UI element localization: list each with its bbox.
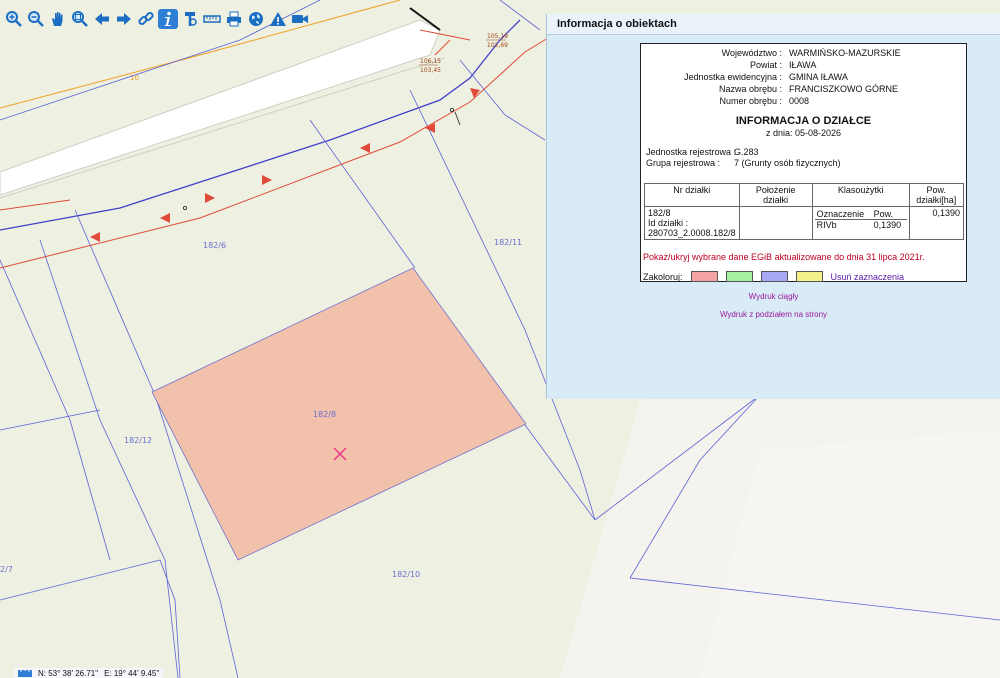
land-class-table: Oznaczenie Pow. RIVb 0,1390 bbox=[814, 209, 907, 230]
clear-selection-link[interactable]: Usuń zaznaczenia bbox=[831, 272, 905, 282]
parcel-table: Nr działki Położenie działki Klasoużytki… bbox=[644, 183, 965, 240]
elevation-label: 103,45 bbox=[420, 67, 441, 74]
parcel-id: 280703_2.0008.182/8 bbox=[648, 228, 736, 238]
print-button[interactable] bbox=[224, 9, 244, 29]
parcel-label: 182/10 bbox=[392, 570, 420, 579]
col-location: Położenie działki bbox=[738, 183, 813, 207]
ruler-icon bbox=[203, 15, 221, 23]
precinct-name-label: Nazwa obrębu : bbox=[718, 84, 782, 94]
color-swatch-red[interactable] bbox=[690, 271, 718, 282]
color-swatch-blue[interactable] bbox=[760, 271, 788, 282]
parcel-label: 2/7 bbox=[0, 565, 13, 574]
parcel-info-icon bbox=[185, 12, 197, 26]
info-button[interactable] bbox=[158, 9, 178, 29]
table-row: 182/8 Id działki : 280703_2.0008.182/8 O… bbox=[644, 206, 965, 240]
elevation-label: 102,69 bbox=[487, 42, 508, 49]
parcel-label: 182/11 bbox=[494, 238, 522, 247]
zoom-window-icon bbox=[72, 11, 88, 27]
printer-icon bbox=[227, 11, 241, 27]
camera-icon bbox=[292, 15, 308, 23]
parcel-label: 182/12 bbox=[124, 436, 152, 445]
county-value: IŁAWA bbox=[789, 60, 817, 70]
unit-row: Jednostka ewidencyjna : GMINA IŁAWA bbox=[641, 72, 966, 83]
registry-unit-row: Jednostka rejestrowa : G.283 bbox=[646, 147, 759, 158]
voivodeship-value: WARMIŃSKO-MAZURSKIE bbox=[789, 48, 901, 58]
table-header-row: Nr działki Położenie działki Klasoużytki… bbox=[644, 183, 965, 207]
zoom-in-button[interactable] bbox=[4, 9, 24, 29]
precinct-number-label: Numer obrębu : bbox=[719, 96, 782, 106]
unit-value: GMINA IŁAWA bbox=[789, 72, 848, 82]
col-land-classes: Klasoużytki bbox=[811, 183, 910, 207]
zoom-window-button[interactable] bbox=[70, 9, 90, 29]
parcel-id-label: Id działki : bbox=[648, 218, 689, 228]
globe-icon bbox=[249, 12, 263, 26]
pan-button[interactable] bbox=[48, 9, 68, 29]
col-parcel-no: Nr działki bbox=[644, 183, 740, 207]
object-info-panel: Informacja o obiektach Województwo : WARM… bbox=[546, 14, 1000, 399]
registry-group-value: 7 (Grunty osób fizycznych) bbox=[734, 158, 841, 168]
location-cell bbox=[738, 206, 813, 240]
coord-format-toggle[interactable]: * " * bbox=[18, 669, 32, 677]
map-toolbar bbox=[0, 4, 310, 34]
warning-button[interactable] bbox=[268, 9, 288, 29]
info-icon bbox=[164, 11, 171, 26]
arrow-left-icon bbox=[95, 13, 109, 25]
print-pages-link[interactable]: Wydruk z podziałem na strony bbox=[547, 310, 1000, 319]
link-icon bbox=[138, 11, 154, 26]
link-button[interactable] bbox=[136, 9, 156, 29]
sub-col-code: Oznaczenie bbox=[814, 209, 872, 220]
zoom-out-icon bbox=[28, 11, 44, 27]
arrow-right-icon bbox=[117, 13, 131, 25]
class-code: RIVb bbox=[816, 220, 837, 230]
colorize-label: Zakoloruj: bbox=[643, 271, 683, 282]
precinct-name-value: FRANCISZKOWO GÓRNE bbox=[789, 84, 899, 94]
north-coordinate: N: 53° 38' 26.71" bbox=[38, 668, 99, 678]
east-coordinate: E: 19° 44' 9.45" bbox=[104, 668, 160, 678]
warning-icon bbox=[270, 12, 286, 26]
hand-icon bbox=[52, 12, 63, 26]
voivodeship-row: Województwo : WARMIŃSKO-MAZURSKIE bbox=[641, 48, 966, 59]
class-area: 0,1390 bbox=[873, 220, 902, 230]
print-continuous-link[interactable]: Wydruk ciągły bbox=[547, 292, 1000, 301]
panel-title: Informacja o obiektach bbox=[547, 14, 1000, 35]
info-date: z dnia: 05-08-2026 bbox=[765, 128, 842, 138]
color-swatch-green[interactable] bbox=[725, 271, 753, 282]
area-cell: 0,1390 bbox=[908, 206, 965, 240]
measure-button[interactable] bbox=[202, 9, 222, 29]
egib-notice-link[interactable]: Pokaż/ukryj wybrane dane EGiB aktualizow… bbox=[643, 252, 925, 262]
parcel-number: 182/8 bbox=[648, 208, 671, 218]
parcel-label: 182/8 bbox=[313, 410, 336, 419]
back-button[interactable] bbox=[92, 9, 112, 29]
precinct-name-row: Nazwa obrębu : FRANCISZKOWO GÓRNE bbox=[641, 84, 966, 95]
elevation-label: 105,19 bbox=[487, 33, 508, 40]
forward-button[interactable] bbox=[114, 9, 134, 29]
county-row: Powiat : IŁAWA bbox=[641, 60, 966, 71]
colorize-row: Zakoloruj: Usuń zaznaczenia bbox=[643, 271, 904, 282]
county-label: Powiat : bbox=[749, 60, 782, 70]
registry-unit-value: G.283 bbox=[734, 147, 759, 157]
land-class-cell: Oznaczenie Pow. RIVb 0,1390 bbox=[811, 206, 910, 240]
zoom-out-button[interactable] bbox=[26, 9, 46, 29]
parcel-label: 182/6 bbox=[203, 241, 226, 250]
elevation-label: 106,15 bbox=[420, 58, 441, 65]
globe-button[interactable] bbox=[246, 9, 266, 29]
voivodeship-label: Województwo : bbox=[721, 48, 782, 58]
sub-col-area: Pow. bbox=[871, 209, 907, 220]
col-area: Pow. działki[ha] bbox=[908, 183, 965, 207]
registry-group-label: Grupa rejestrowa : bbox=[646, 158, 721, 168]
info-heading: INFORMACJA O DZIAŁCE bbox=[735, 115, 872, 127]
zoom-in-icon bbox=[6, 11, 22, 27]
color-swatch-yellow[interactable] bbox=[795, 271, 823, 282]
parcel-cell: 182/8 Id działki : 280703_2.0008.182/8 bbox=[644, 206, 740, 240]
precinct-number-row: Numer obrębu : 0008 bbox=[641, 96, 966, 107]
registry-group-row: Grupa rejestrowa : 7 (Grunty osób fizyczn… bbox=[646, 158, 841, 169]
parcel-info-button[interactable] bbox=[180, 9, 200, 29]
parcel-info-box: Województwo : WARMIŃSKO-MAZURSKIE Powiat … bbox=[640, 43, 967, 282]
registry-unit-label: Jednostka rejestrowa : bbox=[646, 147, 737, 157]
coordinates-bar: * " * N: 53° 38' 26.71" E: 19° 44' 9.45" bbox=[14, 668, 164, 678]
unit-label: Jednostka ewidencyjna : bbox=[683, 72, 782, 82]
camera-button[interactable] bbox=[290, 9, 310, 29]
precinct-number-value: 0008 bbox=[789, 96, 810, 106]
